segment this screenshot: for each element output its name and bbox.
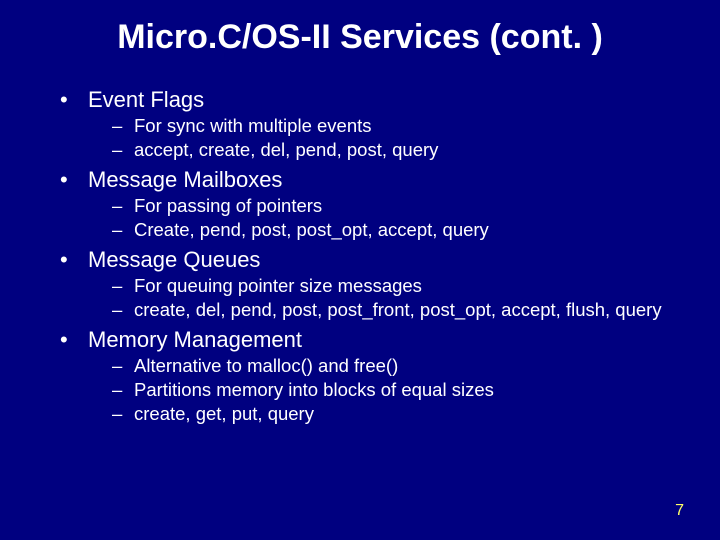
heading-text: Memory Management: [88, 327, 302, 353]
list-item: • Event Flags: [60, 87, 690, 113]
sub-item: – For sync with multiple events: [112, 115, 690, 137]
sub-item: – Alternative to malloc() and free(): [112, 355, 690, 377]
sub-text: Create, pend, post, post_opt, accept, qu…: [134, 219, 489, 241]
heading-text: Message Mailboxes: [88, 167, 282, 193]
dash-icon: –: [112, 139, 134, 161]
sub-item: – Create, pend, post, post_opt, accept, …: [112, 219, 690, 241]
sub-item: – accept, create, del, pend, post, query: [112, 139, 690, 161]
bullet-icon: •: [60, 327, 88, 353]
sub-text: For sync with multiple events: [134, 115, 372, 137]
slide-title: Micro.C/OS-II Services (cont. ): [30, 18, 690, 57]
list-item: • Message Mailboxes: [60, 167, 690, 193]
dash-icon: –: [112, 403, 134, 425]
dash-icon: –: [112, 275, 134, 297]
sub-text: create, del, pend, post, post_front, pos…: [134, 299, 662, 321]
sub-text: accept, create, del, pend, post, query: [134, 139, 438, 161]
sub-text: Partitions memory into blocks of equal s…: [134, 379, 494, 401]
bullet-icon: •: [60, 87, 88, 113]
heading-text: Event Flags: [88, 87, 204, 113]
bullet-icon: •: [60, 247, 88, 273]
dash-icon: –: [112, 299, 134, 321]
sub-item: – For queuing pointer size messages: [112, 275, 690, 297]
sub-text: Alternative to malloc() and free(): [134, 355, 398, 377]
sub-item: – create, del, pend, post, post_front, p…: [112, 299, 690, 321]
sub-item: – For passing of pointers: [112, 195, 690, 217]
sub-text: For passing of pointers: [134, 195, 322, 217]
dash-icon: –: [112, 219, 134, 241]
bullet-icon: •: [60, 167, 88, 193]
sub-item: – create, get, put, query: [112, 403, 690, 425]
dash-icon: –: [112, 355, 134, 377]
dash-icon: –: [112, 379, 134, 401]
heading-text: Message Queues: [88, 247, 260, 273]
slide: Micro.C/OS-II Services (cont. ) • Event …: [0, 0, 720, 540]
dash-icon: –: [112, 195, 134, 217]
list-item: • Memory Management: [60, 327, 690, 353]
list-item: • Message Queues: [60, 247, 690, 273]
page-number: 7: [675, 502, 684, 520]
sub-item: – Partitions memory into blocks of equal…: [112, 379, 690, 401]
sub-text: create, get, put, query: [134, 403, 314, 425]
sub-text: For queuing pointer size messages: [134, 275, 422, 297]
dash-icon: –: [112, 115, 134, 137]
